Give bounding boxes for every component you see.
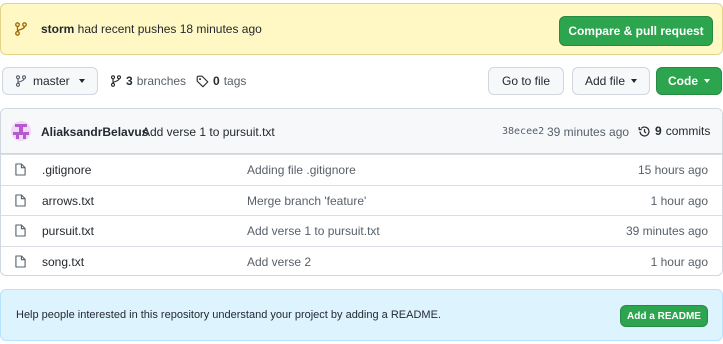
file-row[interactable]: pursuit.txt Add verse 1 to pursuit.txt 3… bbox=[1, 215, 722, 246]
file-commit-message[interactable]: Merge branch 'feature' bbox=[247, 194, 366, 208]
file-row[interactable]: .gitignore Adding file .gitignore 15 hou… bbox=[1, 154, 722, 185]
code-button[interactable]: Code bbox=[656, 67, 722, 95]
branch-icon bbox=[15, 22, 27, 36]
tags-link[interactable]: 0 tags bbox=[196, 74, 246, 88]
file-row[interactable]: song.txt Add verse 2 1 hour ago bbox=[1, 245, 722, 276]
file-listing: AliaksandrBelavus Add verse 1 to pursuit… bbox=[0, 108, 723, 276]
file-age: 39 minutes ago bbox=[625, 224, 708, 238]
tags-label: tags bbox=[223, 74, 247, 88]
readme-prompt: Help people interested in this repositor… bbox=[0, 289, 723, 341]
chevron-down-icon bbox=[704, 79, 710, 83]
commits-count: 9 bbox=[655, 124, 662, 138]
commits-label: commits bbox=[665, 124, 711, 138]
tags-count: 0 bbox=[213, 74, 220, 88]
chevron-down-icon bbox=[631, 79, 638, 83]
add-file-label: Add file bbox=[584, 74, 626, 88]
file-icon bbox=[15, 254, 26, 268]
file-name[interactable]: .gitignore bbox=[42, 163, 91, 177]
branch-icon bbox=[110, 75, 122, 87]
file-icon bbox=[15, 224, 26, 237]
push-message: storm had recent pushes 18 minutes ago bbox=[41, 22, 262, 36]
commit-message[interactable]: Add verse 1 to pursuit.txt bbox=[142, 125, 275, 139]
file-commit-message[interactable]: Add verse 1 to pursuit.txt bbox=[247, 224, 380, 238]
compare-pull-request-button[interactable]: Compare & pull request bbox=[559, 16, 713, 46]
push-user[interactable]: storm bbox=[41, 22, 74, 36]
file-age: 1 hour ago bbox=[650, 193, 708, 208]
add-file-button[interactable]: Add file bbox=[572, 67, 650, 95]
recent-push-banner: storm had recent pushes 18 minutes ago C… bbox=[0, 3, 723, 55]
file-name[interactable]: pursuit.txt bbox=[42, 224, 94, 238]
add-readme-button[interactable]: Add a README bbox=[620, 305, 708, 327]
code-label: Code bbox=[668, 74, 698, 88]
branches-label: branches bbox=[136, 74, 187, 88]
readme-message: Help people interested in this repositor… bbox=[16, 309, 441, 321]
file-name[interactable]: arrows.txt bbox=[42, 194, 94, 208]
branch-select-button[interactable]: master bbox=[2, 67, 98, 95]
branches-link[interactable]: 3 branches bbox=[110, 74, 186, 88]
commits-link[interactable]: 9 commits bbox=[638, 124, 710, 138]
file-icon bbox=[15, 163, 26, 176]
file-age: 15 hours ago bbox=[637, 163, 708, 177]
tag-icon bbox=[196, 75, 209, 87]
file-commit-message[interactable]: Add verse 2 bbox=[247, 255, 311, 269]
branches-count: 3 bbox=[126, 74, 133, 88]
history-icon bbox=[638, 125, 650, 137]
latest-commit-bar: AliaksandrBelavus Add verse 1 to pursuit… bbox=[1, 109, 722, 154]
file-icon bbox=[15, 193, 26, 207]
branch-icon bbox=[15, 75, 27, 87]
commit-author[interactable]: AliaksandrBelavus bbox=[41, 125, 148, 139]
commit-time: 39 minutes ago bbox=[547, 125, 630, 139]
commit-sha[interactable]: 38ecee2 bbox=[502, 126, 544, 137]
file-commit-message[interactable]: Adding file .gitignore bbox=[247, 163, 356, 177]
branch-name: master bbox=[33, 74, 70, 88]
file-age: 1 hour ago bbox=[650, 254, 708, 269]
push-text: had recent pushes 18 minutes ago bbox=[74, 22, 262, 36]
go-to-file-button[interactable]: Go to file bbox=[488, 67, 564, 95]
file-row[interactable]: arrows.txt Merge branch 'feature' 1 hour… bbox=[1, 184, 722, 216]
avatar[interactable] bbox=[11, 121, 31, 141]
file-name[interactable]: song.txt bbox=[42, 255, 84, 269]
chevron-down-icon bbox=[78, 79, 85, 83]
